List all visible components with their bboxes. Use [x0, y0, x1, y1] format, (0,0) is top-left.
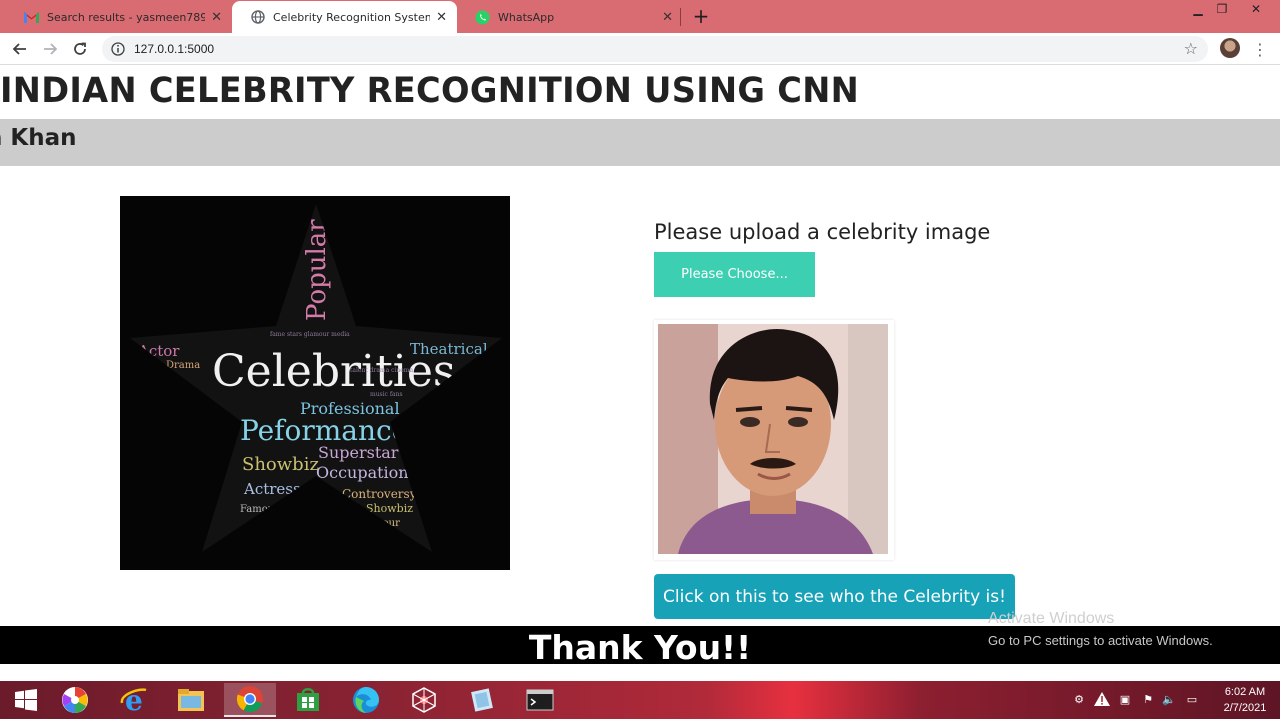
volume-icon[interactable]: 🔈 — [1160, 690, 1178, 708]
wordcloud-main-word: Celebrities — [212, 346, 455, 397]
taskbar-clock[interactable]: 6:02 AM 2/7/2021 — [1212, 684, 1278, 716]
browser-tabstrip: Search results - yasmeen789shaik ✕ Celeb… — [0, 0, 1280, 33]
upload-instruction: Please upload a celebrity image — [654, 220, 991, 244]
warning-tray-icon[interactable] — [1093, 690, 1111, 708]
close-tab-icon[interactable]: ✕ — [662, 10, 673, 25]
wordcloud-word: Controversy — [342, 487, 417, 501]
new-tab-button[interactable]: + — [690, 5, 712, 27]
clock-date: 2/7/2021 — [1223, 702, 1267, 714]
svg-text:idol: idol — [260, 521, 271, 528]
tab-whatsapp[interactable]: WhatsApp ✕ — [457, 1, 683, 33]
author-bar: n Khan — [0, 119, 1280, 166]
flag-tray-icon[interactable]: ⚑ — [1139, 690, 1157, 708]
wordcloud-word: Famous — [240, 504, 279, 515]
back-arrow-icon[interactable] — [10, 39, 30, 59]
url-text: 127.0.0.1:5000 — [134, 42, 215, 56]
activate-windows-subtext: Go to PC settings to activate Windows. — [988, 633, 1213, 648]
edge-icon[interactable] — [340, 683, 392, 717]
page-title: INDIAN CELEBRITY RECOGNITION USING CNN — [0, 71, 860, 111]
browser-menu-icon[interactable]: ⋮ — [1252, 40, 1268, 59]
choose-file-button[interactable]: Please Choose... — [654, 252, 815, 297]
whatsapp-icon — [475, 10, 490, 25]
tab-label: Search results - yasmeen789shaik — [47, 10, 206, 24]
wordcloud-word: Glamour — [356, 518, 400, 529]
network-tray-icon[interactable]: ⚙ — [1070, 690, 1088, 708]
celebrity-wordcloud-image: Popular Actor Theatrical Celebrities Pro… — [120, 196, 510, 570]
network-app-icon[interactable] — [398, 683, 450, 717]
uploaded-image-preview — [654, 320, 894, 560]
info-icon[interactable] — [111, 41, 127, 57]
bookmark-star-icon[interactable]: ☆ — [1184, 39, 1198, 58]
profile-avatar[interactable] — [1220, 38, 1240, 58]
internet-explorer-icon[interactable]: e — [108, 683, 160, 717]
browser-toolbar: 127.0.0.1:5000 ☆ — [0, 33, 1280, 65]
globe-icon — [250, 10, 265, 25]
file-explorer-icon[interactable] — [165, 683, 217, 717]
activate-windows-watermark: Activate Windows — [988, 610, 1115, 627]
tab-celebrity-recognition[interactable]: Celebrity Recognition System ✕ — [232, 1, 457, 33]
wordcloud-word: Showbiz — [366, 502, 413, 515]
predict-celebrity-button[interactable]: Click on this to see who the Celebrity i… — [654, 574, 1015, 619]
wordcloud-word: Actress — [243, 480, 301, 498]
wordcloud-word: Showbiz — [242, 454, 319, 475]
windows-start-icon[interactable] — [0, 683, 52, 717]
svg-text:talent drama cinema: talent drama cinema — [350, 367, 413, 374]
close-tab-icon[interactable]: ✕ — [211, 10, 222, 25]
display-tray-icon[interactable]: ▭ — [1183, 690, 1201, 708]
clock-time: 6:02 AM — [1224, 686, 1266, 698]
wordcloud-word: Popular — [302, 219, 332, 321]
tab-label: Celebrity Recognition System — [273, 10, 431, 24]
wordcloud-word: Occupation — [316, 463, 409, 482]
forward-arrow-icon[interactable] — [40, 39, 60, 59]
store-icon[interactable] — [282, 683, 334, 717]
svg-text:music fans: music fans — [370, 391, 403, 398]
tab-search-results[interactable]: Search results - yasmeen789shaik ✕ — [6, 1, 232, 33]
tab-label: WhatsApp — [498, 10, 555, 24]
wordcloud-word: Superstar — [318, 443, 399, 462]
svg-text:fame stars glamour media: fame stars glamour media — [270, 331, 350, 338]
author-name: n Khan — [0, 125, 77, 151]
chrome-icon[interactable] — [224, 683, 276, 717]
address-bar[interactable]: 127.0.0.1:5000 ☆ — [102, 36, 1208, 62]
svg-text:tv stage film: tv stage film — [160, 391, 198, 398]
notepad-icon[interactable] — [456, 683, 508, 717]
close-window-icon[interactable]: ✕ — [1246, 2, 1266, 18]
web-page: INDIAN CELEBRITY RECOGNITION USING CNN n… — [0, 66, 1280, 681]
tab-separator — [680, 8, 681, 26]
reload-icon[interactable] — [70, 39, 90, 59]
celebrity-photo — [658, 324, 888, 554]
windows-taskbar: e ⚙ ▣ ⚑ 🔈 ▭ 6:02 AM 2/7/2021 — [0, 681, 1280, 719]
restore-icon[interactable]: ❐ — [1212, 2, 1232, 18]
gmail-icon — [24, 10, 39, 25]
close-tab-icon[interactable]: ✕ — [436, 10, 447, 25]
picasa-icon[interactable] — [49, 683, 101, 717]
terminal-icon[interactable] — [514, 683, 566, 717]
wordcloud-word: Drama — [166, 360, 200, 371]
wordcloud-word: Actor — [137, 342, 180, 360]
minimize-icon[interactable]: ▁ — [1188, 2, 1208, 18]
task-tray-icon[interactable]: ▣ — [1116, 690, 1134, 708]
